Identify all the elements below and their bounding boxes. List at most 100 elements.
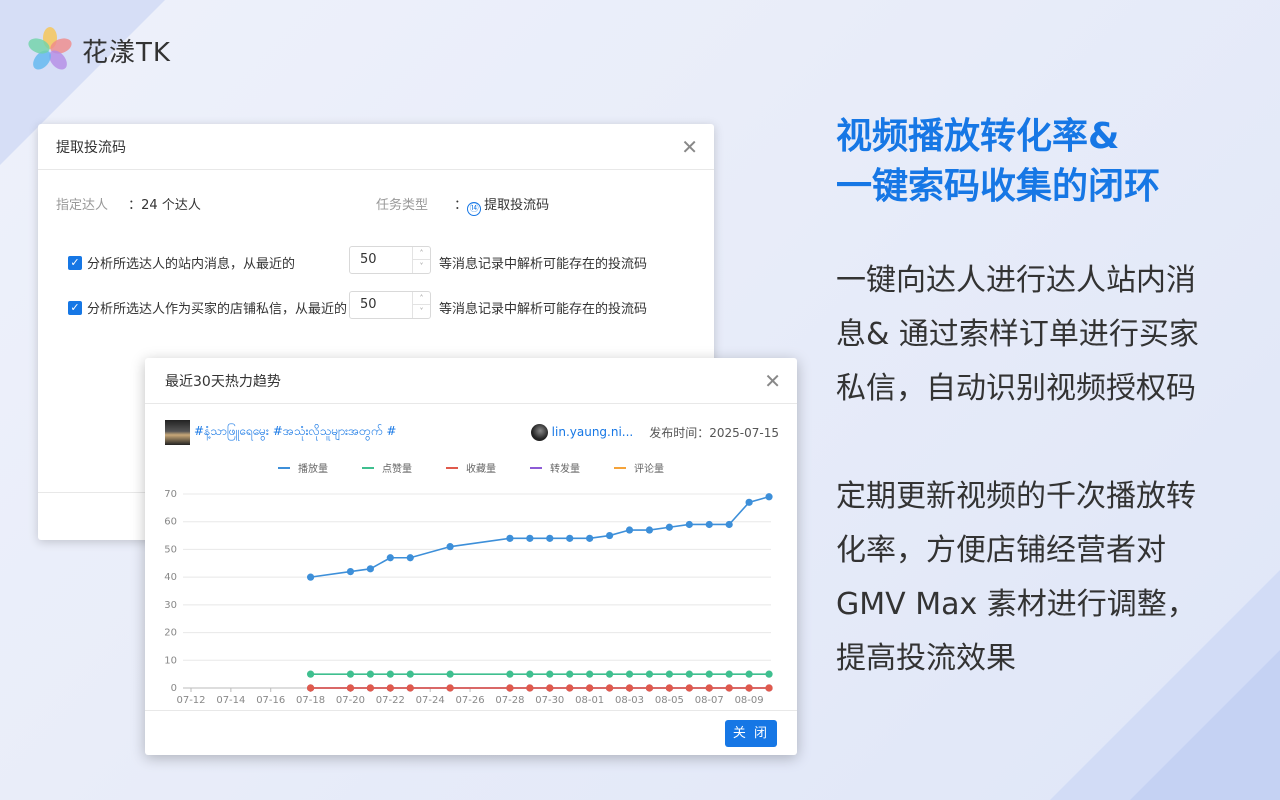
headline-line-2: 一键索码收集的闭环 — [836, 166, 1161, 207]
assignee-row: 指定达人 ：24 个达人 — [56, 194, 201, 213]
data-point[interactable] — [765, 684, 773, 692]
feature-paragraph-2: 定期更新视频的千次播放转 化率，方便店铺经营者对 GMV Max 素材进行调整，… — [836, 470, 1256, 686]
data-point[interactable] — [346, 568, 355, 576]
data-point[interactable] — [625, 526, 634, 534]
data-point[interactable] — [366, 670, 374, 678]
data-point[interactable] — [625, 670, 634, 678]
data-point[interactable] — [765, 670, 773, 678]
option1-number-input[interactable]: 50 ˄ ˅ — [349, 246, 431, 274]
data-point[interactable] — [506, 684, 514, 692]
data-point[interactable] — [446, 543, 454, 551]
close-icon[interactable]: ✕ — [681, 137, 698, 157]
data-point[interactable] — [586, 684, 594, 692]
data-point[interactable] — [506, 670, 514, 678]
dialog-header: 提取投流码 ✕ — [38, 124, 714, 170]
data-point[interactable] — [725, 520, 733, 529]
data-point[interactable] — [346, 670, 355, 678]
close-icon[interactable]: ✕ — [764, 371, 781, 391]
x-tick-label: 08-09 — [735, 695, 764, 706]
data-point[interactable] — [526, 534, 534, 542]
data-point[interactable] — [406, 684, 414, 692]
close-button[interactable]: 关 闭 — [725, 720, 777, 747]
data-point[interactable] — [386, 670, 394, 678]
data-point[interactable] — [406, 554, 414, 562]
option1-checkbox[interactable]: ✓ — [68, 255, 82, 270]
data-point[interactable] — [665, 670, 673, 678]
data-point[interactable] — [685, 670, 693, 678]
data-point[interactable] — [605, 670, 614, 678]
data-point[interactable] — [586, 534, 594, 542]
data-point[interactable] — [306, 670, 315, 678]
assignee-label: 指定达人 — [56, 198, 109, 213]
data-point[interactable] — [546, 534, 554, 542]
data-point[interactable] — [705, 520, 713, 529]
data-point[interactable] — [366, 565, 374, 573]
paragraph-line: 化率，方便店铺经营者对 — [836, 533, 1166, 568]
data-point[interactable] — [566, 534, 574, 542]
data-point[interactable] — [406, 670, 414, 678]
brand: 花漾TK — [26, 26, 171, 74]
option2-number-input[interactable]: 50 ˄ ˅ — [349, 291, 431, 319]
y-tick-label: 50 — [164, 544, 177, 555]
data-point[interactable] — [725, 684, 733, 692]
data-point[interactable] — [546, 670, 554, 678]
data-point[interactable] — [446, 670, 454, 678]
data-point[interactable] — [546, 684, 554, 692]
data-point[interactable] — [366, 684, 374, 692]
brand-name: 花漾TK — [82, 37, 171, 68]
stepper-up-icon[interactable]: ˄ — [413, 247, 430, 260]
y-tick-label: 0 — [171, 683, 177, 694]
x-tick-label: 08-07 — [695, 695, 724, 706]
data-point[interactable] — [306, 684, 315, 692]
feature-paragraph-1: 一键向达人进行达人站内消 息& 通过索样订单进行买家 私信，自动识别视频授权码 — [836, 254, 1256, 416]
x-tick-label: 08-05 — [655, 695, 684, 706]
stepper-down-icon[interactable]: ˅ — [413, 260, 430, 273]
data-point[interactable] — [306, 573, 315, 581]
data-point[interactable] — [645, 526, 654, 534]
data-point[interactable] — [665, 523, 673, 531]
data-point[interactable] — [645, 684, 654, 692]
video-tags-link[interactable]: #နံ့သာဖြူရေမွေး #အသုံးလိုသူများအတွက် # — [194, 423, 531, 441]
data-point[interactable] — [745, 498, 753, 506]
y-tick-label: 40 — [164, 572, 177, 583]
dialog-title: 最近30天热力趋势 — [165, 373, 281, 390]
option2-suffix: 等消息记录中解析可能存在的投流码 — [439, 302, 648, 317]
data-point[interactable] — [386, 684, 394, 692]
data-point[interactable] — [745, 670, 753, 678]
avatar — [530, 423, 548, 441]
data-point[interactable] — [725, 670, 733, 678]
data-point[interactable] — [645, 670, 654, 678]
data-point[interactable] — [605, 531, 614, 540]
video-thumbnail[interactable] — [165, 419, 190, 445]
data-point[interactable] — [526, 684, 534, 692]
option2-checkbox[interactable]: ✓ — [68, 300, 82, 315]
paragraph-line: 一键向达人进行达人站内消 — [836, 263, 1196, 298]
paragraph-line: 息& 通过索样订单进行买家 — [836, 317, 1199, 352]
data-point[interactable] — [526, 670, 534, 678]
stepper-up-icon[interactable]: ˄ — [413, 292, 430, 305]
data-point[interactable] — [705, 684, 713, 692]
data-point[interactable] — [765, 493, 773, 501]
stepper-down-icon[interactable]: ˅ — [413, 305, 430, 318]
dialog-footer-divider — [145, 710, 797, 711]
data-point[interactable] — [625, 684, 634, 692]
data-point[interactable] — [745, 684, 753, 692]
data-point[interactable] — [685, 684, 693, 692]
option2-label: 分析所选达人作为买家的店铺私信，从最近的 — [87, 302, 348, 317]
data-point[interactable] — [346, 684, 355, 692]
paragraph-line: 提高投流效果 — [836, 641, 1016, 676]
data-point[interactable] — [605, 684, 614, 692]
headline: 视频播放转化率& 一键索码收集的闭环 — [836, 112, 1256, 212]
number-stepper[interactable]: ˄ ˅ — [412, 247, 430, 273]
number-stepper[interactable]: ˄ ˅ — [412, 292, 430, 318]
data-point[interactable] — [386, 554, 394, 562]
data-point[interactable] — [566, 670, 574, 678]
data-point[interactable] — [705, 670, 713, 678]
author-link[interactable]: lin.yaung.ni... — [552, 425, 634, 439]
data-point[interactable] — [446, 684, 454, 692]
data-point[interactable] — [685, 520, 693, 529]
data-point[interactable] — [506, 534, 514, 542]
data-point[interactable] — [566, 684, 574, 692]
data-point[interactable] — [586, 670, 594, 678]
data-point[interactable] — [665, 684, 673, 692]
